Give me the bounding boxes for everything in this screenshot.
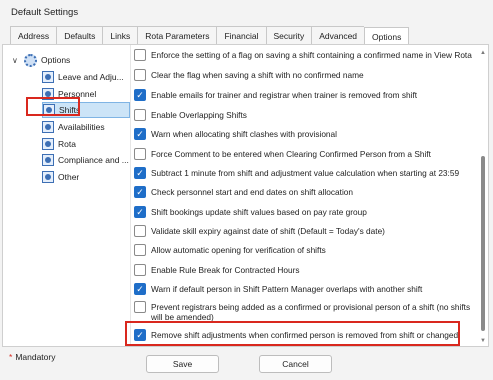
options-gear-icon [24,53,37,67]
settings-node-icon [42,71,54,83]
tree-item-label: Availabilities [58,122,105,132]
option-label: Force Comment to be entered when Clearin… [151,149,431,159]
option-label: Prevent registrars being added as a conf… [151,302,471,322]
tab-address[interactable]: Address [10,26,57,45]
option-label: Warn when allocating shift clashes with … [151,129,337,139]
shift-options-list: Enforce the setting of a flag on saving … [134,45,478,346]
tab-defaults[interactable]: Defaults [56,26,103,45]
tree-item-label: Rota [58,139,76,149]
settings-node-icon [42,154,54,166]
option-row[interactable]: ✓ Subtract 1 minute from shift and adjus… [134,167,474,179]
option-row[interactable]: ✓ Warn if default person in Shift Patter… [134,283,474,295]
option-row[interactable]: ✓ Check personnel start and end dates on… [134,186,474,198]
checkbox[interactable] [134,69,146,81]
checkbox[interactable] [134,109,146,121]
option-label: Enforce the setting of a flag on saving … [151,50,472,60]
checkbox[interactable] [134,264,146,276]
option-label: Allow automatic opening for verification… [151,245,326,255]
options-panel: ∨ Options Leave and Adju... Personnel Sh… [2,44,489,347]
tree-item-rota[interactable]: Rota [42,136,130,152]
settings-node-icon [42,121,54,133]
option-label: Warn if default person in Shift Pattern … [151,284,423,294]
vertical-scrollbar[interactable]: ▲ ▼ [479,49,487,345]
tree-item-compliance[interactable]: Compliance and ... [42,152,130,168]
option-label: Enable emails for trainer and registrar … [151,90,418,100]
option-row[interactable]: Allow automatic opening for verification… [134,244,474,256]
pane-divider[interactable] [130,45,131,346]
save-button[interactable]: Save [146,355,219,373]
tab-financial[interactable]: Financial [216,26,266,45]
tree-item-label: Compliance and ... [58,155,129,165]
option-row[interactable]: ✓ Enable emails for trainer and registra… [134,89,474,101]
tree-root-label: Options [41,55,71,65]
tab-security[interactable]: Security [265,26,312,45]
option-label: Subtract 1 minute from shift and adjustm… [151,168,460,178]
checkbox-checked[interactable]: ✓ [134,206,146,218]
option-row[interactable]: Enforce the setting of a flag on saving … [134,49,474,61]
option-row[interactable]: Enable Overlapping Shifts [134,109,474,121]
tree-item-label: Other [58,172,80,182]
option-label: Clear the flag when saving a shift with … [151,70,364,80]
option-row[interactable]: Force Comment to be entered when Clearin… [134,148,474,160]
checkbox[interactable] [134,301,146,313]
option-row[interactable]: Prevent registrars being added as a conf… [134,301,474,322]
checkbox-checked[interactable]: ✓ [134,89,146,101]
highlight-box-shifts [26,97,80,116]
chevron-down-icon[interactable]: ∨ [12,56,22,65]
checkbox[interactable] [134,49,146,61]
tree-root-options[interactable]: ∨ Options [12,52,70,68]
option-label: Check personnel start and end dates on s… [151,187,354,197]
checkbox[interactable] [134,225,146,237]
option-label: Enable Overlapping Shifts [151,110,247,120]
highlight-box-remove-adjustments [125,321,460,346]
settings-node-icon [42,138,54,150]
checkbox[interactable] [134,148,146,160]
settings-tree: ∨ Options Leave and Adju... Personnel Sh… [6,48,130,345]
checkbox-checked[interactable]: ✓ [134,186,146,198]
cancel-button[interactable]: Cancel [259,355,332,373]
scrollbar-thumb[interactable] [481,156,485,331]
option-label: Enable Rule Break for Contracted Hours [151,265,300,275]
tab-rota-parameters[interactable]: Rota Parameters [137,26,217,45]
tab-advanced[interactable]: Advanced [311,26,365,45]
tree-item-leave-and-adjustments[interactable]: Leave and Adju... [42,69,130,85]
option-row[interactable]: Clear the flag when saving a shift with … [134,69,474,81]
settings-node-icon [42,171,54,183]
checkbox-checked[interactable]: ✓ [134,128,146,140]
tree-item-availabilities[interactable]: Availabilities [42,119,130,135]
scroll-down-arrow-icon[interactable]: ▼ [479,337,487,345]
option-row[interactable]: Validate skill expiry against date of sh… [134,225,474,237]
required-asterisk: * [9,352,13,362]
tab-strip: Address Defaults Links Rota Parameters F… [10,26,410,46]
checkbox-checked[interactable]: ✓ [134,283,146,295]
mandatory-label: Mandatory [15,352,56,362]
option-label: Shift bookings update shift values based… [151,207,367,217]
option-row[interactable]: ✓ Shift bookings update shift values bas… [134,206,474,218]
checkbox[interactable] [134,244,146,256]
scroll-up-arrow-icon[interactable]: ▲ [479,49,487,57]
checkbox-checked[interactable]: ✓ [134,167,146,179]
option-label: Validate skill expiry against date of sh… [151,226,385,236]
window-title: Default Settings [11,7,79,18]
option-row[interactable]: Enable Rule Break for Contracted Hours [134,264,474,276]
tree-item-label: Leave and Adju... [58,72,124,82]
tab-links[interactable]: Links [102,26,138,45]
tree-item-other[interactable]: Other [42,169,130,185]
mandatory-note: * Mandatory [9,352,55,362]
option-row[interactable]: ✓ Warn when allocating shift clashes wit… [134,128,474,140]
